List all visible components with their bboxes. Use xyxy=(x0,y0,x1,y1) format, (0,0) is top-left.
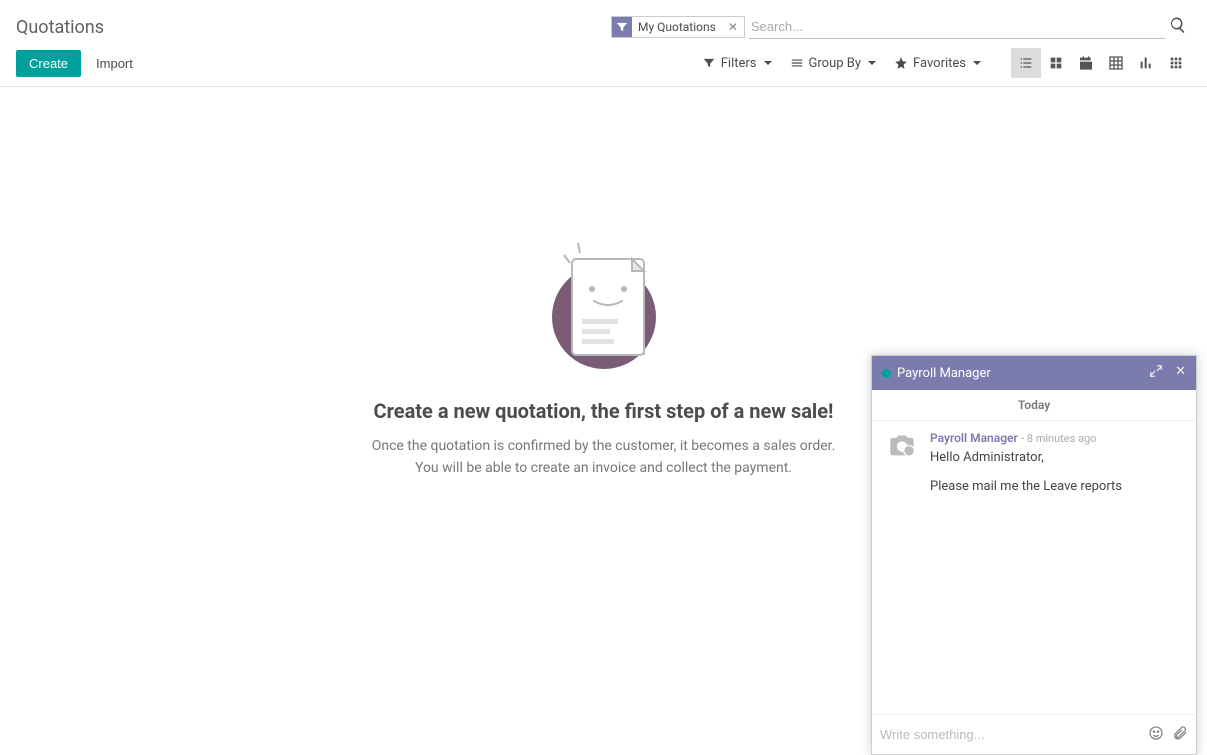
search-facet-label: My Quotations xyxy=(632,20,722,34)
chat-window: Payroll Manager ✕ Today + Payroll Manage… xyxy=(871,355,1197,755)
group-by-dropdown[interactable]: Group By xyxy=(790,56,877,71)
facet-remove-icon[interactable]: ✕ xyxy=(722,20,744,34)
kanban-view-button[interactable] xyxy=(1041,48,1071,78)
pivot-view-button[interactable] xyxy=(1101,48,1131,78)
favorites-label: Favorites xyxy=(913,56,966,71)
empty-state-title: Create a new quotation, the first step o… xyxy=(374,399,834,423)
filter-icon xyxy=(612,17,632,37)
empty-state-line1: Once the quotation is confirmed by the c… xyxy=(372,435,836,457)
activity-view-button[interactable] xyxy=(1161,48,1191,78)
star-icon xyxy=(894,56,908,70)
empty-document-icon xyxy=(544,237,664,381)
list-icon xyxy=(790,56,804,70)
chat-title: Payroll Manager xyxy=(897,366,991,381)
view-switcher xyxy=(1011,48,1191,78)
funnel-icon xyxy=(702,56,716,70)
list-view-button[interactable] xyxy=(1011,48,1041,78)
group-by-label: Group By xyxy=(809,56,862,71)
message-line: Please mail me the Leave reports xyxy=(930,479,1184,494)
chat-input[interactable] xyxy=(880,721,1140,748)
svg-text:+: + xyxy=(906,445,911,456)
empty-state-line2: You will be able to create an invoice an… xyxy=(372,457,836,479)
caret-down-icon xyxy=(973,61,981,65)
close-icon[interactable]: ✕ xyxy=(1175,364,1186,382)
search-area: My Quotations ✕ xyxy=(611,15,1191,39)
graph-view-button[interactable] xyxy=(1131,48,1161,78)
filters-dropdown[interactable]: Filters xyxy=(702,56,772,71)
expand-icon[interactable] xyxy=(1149,364,1163,382)
search-icon[interactable] xyxy=(1165,16,1191,38)
import-button[interactable]: Import xyxy=(83,50,146,77)
message-line: Hello Administrator, xyxy=(930,450,1184,465)
filters-label: Filters xyxy=(721,56,757,71)
message-timestamp: - 8 minutes ago xyxy=(1021,432,1096,445)
emoji-icon[interactable] xyxy=(1148,725,1164,745)
caret-down-icon xyxy=(868,61,876,65)
presence-indicator-icon xyxy=(882,369,891,378)
avatar-icon: + xyxy=(884,431,920,461)
create-button[interactable]: Create xyxy=(16,50,81,77)
search-input[interactable] xyxy=(749,15,1165,39)
message-author: Payroll Manager xyxy=(930,431,1018,445)
favorites-dropdown[interactable]: Favorites xyxy=(894,56,981,71)
search-facet: My Quotations ✕ xyxy=(611,16,745,38)
chat-message: + Payroll Manager - 8 minutes ago Hello … xyxy=(872,421,1196,504)
attachment-icon[interactable] xyxy=(1172,725,1188,745)
page-title: Quotations xyxy=(16,17,104,38)
caret-down-icon xyxy=(764,61,772,65)
chat-date-separator: Today xyxy=(872,390,1196,421)
chat-header[interactable]: Payroll Manager ✕ xyxy=(872,356,1196,390)
chat-body: Today + Payroll Manager - 8 minutes ago … xyxy=(872,390,1196,714)
calendar-view-button[interactable] xyxy=(1071,48,1101,78)
